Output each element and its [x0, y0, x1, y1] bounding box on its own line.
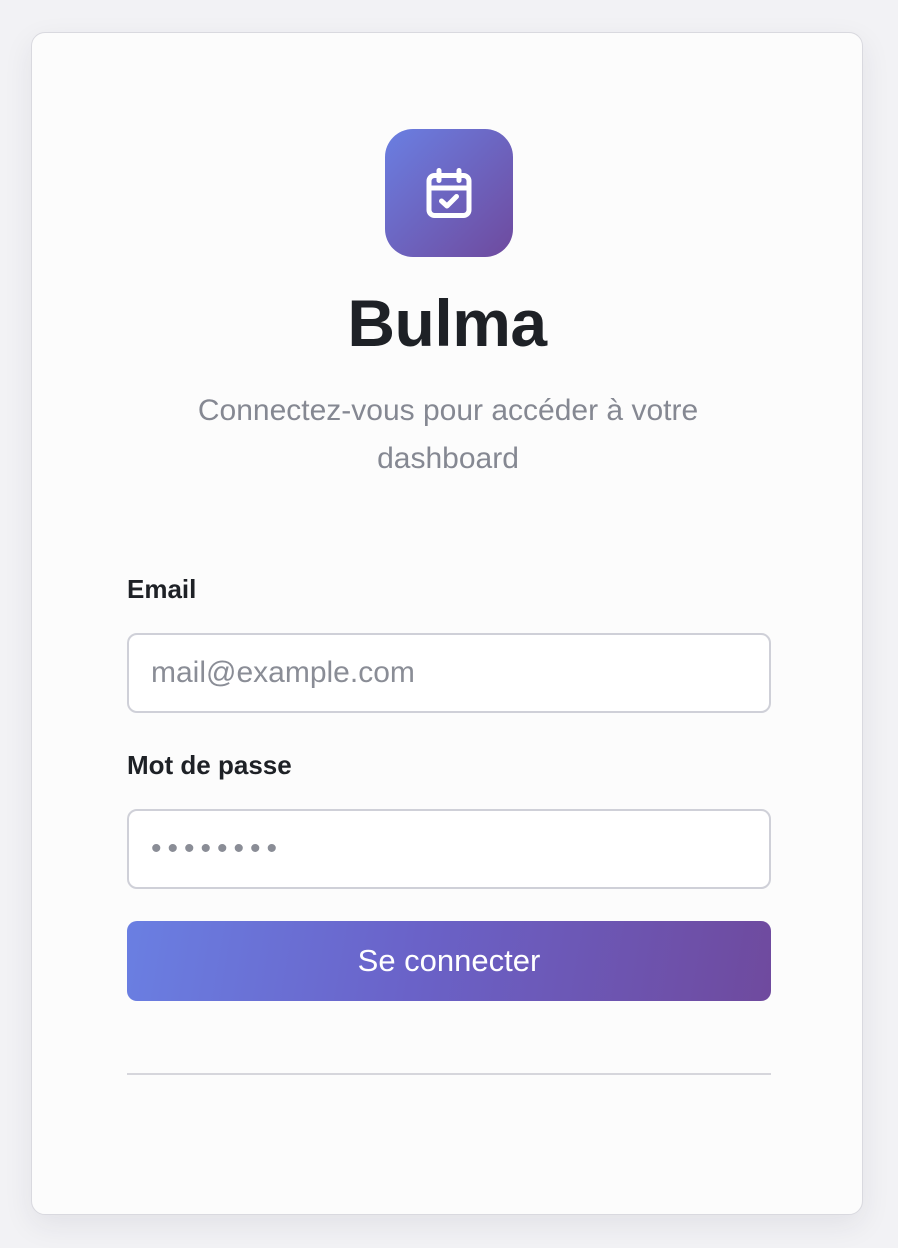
calendar-check-icon — [426, 168, 472, 218]
email-field[interactable] — [127, 633, 771, 713]
login-card: Bulma Connectez-vous pour accéder à votr… — [31, 32, 863, 1215]
divider — [127, 1073, 771, 1075]
password-field[interactable] — [127, 809, 771, 889]
login-button[interactable]: Se connecter — [127, 921, 771, 1001]
email-label: Email — [127, 574, 197, 604]
app-title: Bulma — [347, 286, 547, 360]
app-logo — [385, 129, 513, 257]
password-label: Mot de passe — [127, 750, 292, 780]
login-subtitle: Connectez-vous pour accéder à votre dash… — [197, 394, 699, 475]
